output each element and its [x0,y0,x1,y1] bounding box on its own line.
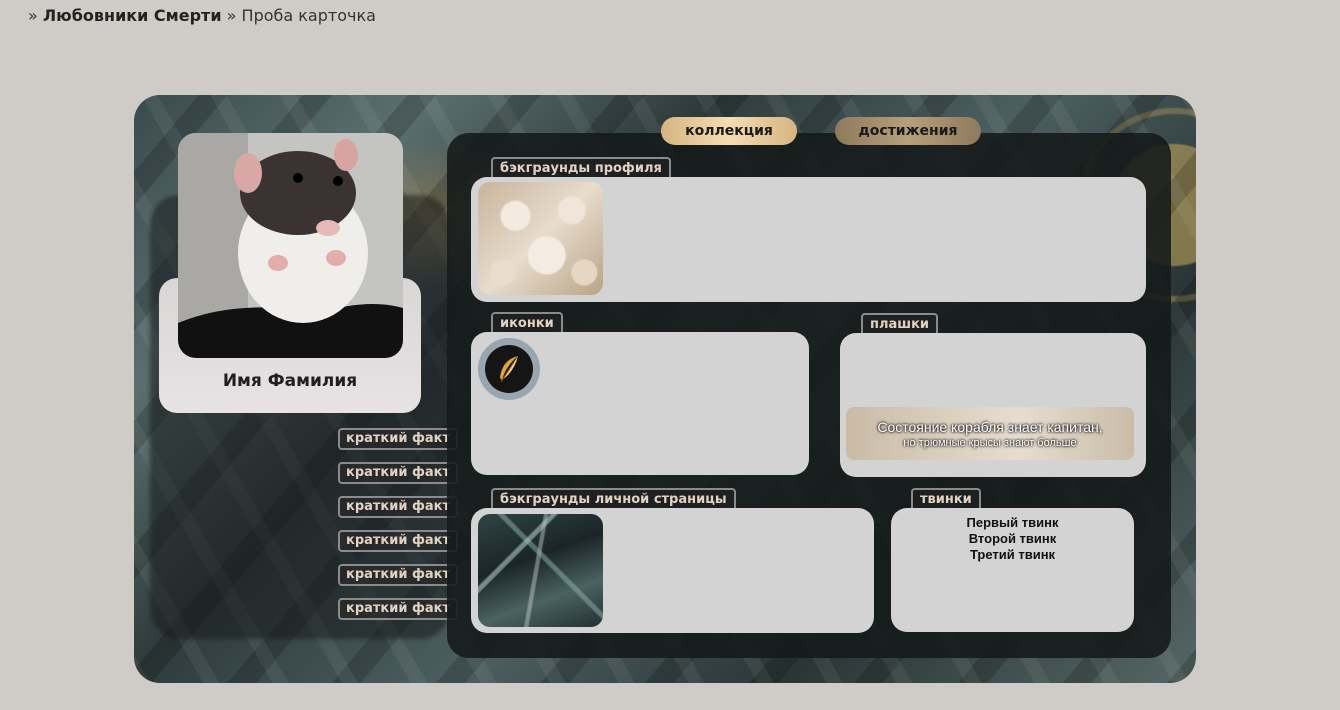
section-label-page-backgrounds: бэкграунды личной страницы [491,488,736,510]
profile-name: Имя Фамилия [222,371,358,391]
plaque-item[interactable]: Состояние корабля знает капитан, но трюм… [846,407,1134,460]
page-background-thumb[interactable] [478,514,603,627]
rat-photo-icon [178,133,403,358]
fact-badge: краткий факт [338,530,459,552]
plaque-quote-line2: но трюмные крысы знают больше [903,437,1077,449]
tab-achievements[interactable]: достижения [835,117,981,145]
fact-badge: краткий факт [338,496,459,518]
plaque-quote-line1: Состояние корабля знает капитан, [877,419,1103,435]
breadcrumb: » Любовники Смерти » Проба карточка [28,6,376,25]
twink-link[interactable]: Первый твинк [891,515,1134,531]
breadcrumb-current-page: Проба карточка [241,6,376,25]
icon-item[interactable] [478,338,540,400]
breadcrumb-sep: » [226,6,237,25]
fact-badge: краткий факт [338,598,459,620]
tab-collection[interactable]: коллекция [661,117,797,145]
twink-link[interactable]: Второй твинк [891,531,1134,547]
section-label-plaques: плашки [861,313,939,335]
section-label-profile-backgrounds: бэкграунды профиля [491,157,671,179]
profile-background-thumb[interactable] [478,182,603,295]
twinks-list: Первый твинк Второй твинк Третий твинк [891,515,1134,563]
facts-list: краткий факт краткий факт краткий факт к… [338,428,459,632]
breadcrumb-forum-link[interactable]: Любовники Смерти [43,6,222,25]
section-label-twinks: твинки [911,488,981,510]
twink-link[interactable]: Третий твинк [891,547,1134,563]
fact-badge: краткий факт [338,564,459,586]
breadcrumb-sep: » [28,6,38,25]
fact-badge: краткий факт [338,462,459,484]
avatar [178,133,403,358]
fact-badge: краткий факт [338,428,459,450]
feather-icon [500,356,518,383]
section-label-icons: иконки [491,312,563,334]
